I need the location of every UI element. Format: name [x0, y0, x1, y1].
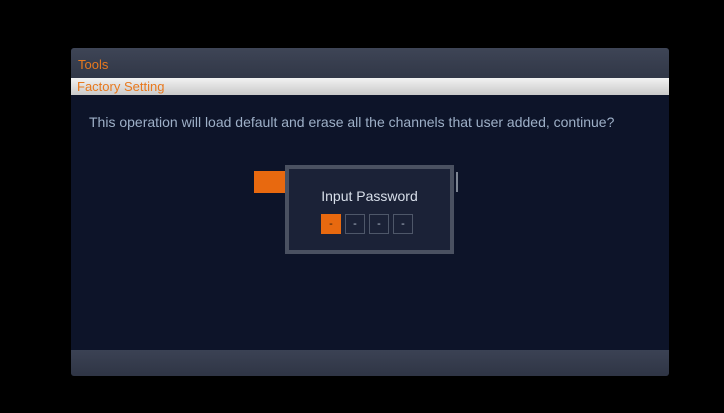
- password-digit-3[interactable]: -: [369, 214, 389, 234]
- factory-setting-screen: Tools Factory Setting This operation wil…: [71, 48, 669, 376]
- password-digit-2[interactable]: -: [345, 214, 365, 234]
- confirmation-message: This operation will load default and era…: [89, 114, 615, 130]
- subtitle-bar: Factory Setting: [71, 78, 669, 95]
- section-title: Factory Setting: [77, 79, 165, 94]
- bottom-bar: [71, 350, 669, 376]
- password-input[interactable]: - - - -: [321, 214, 413, 234]
- password-dialog: Input Password - - - -: [285, 165, 454, 254]
- page-title: Tools: [78, 57, 109, 72]
- cancel-button[interactable]: [456, 172, 458, 192]
- password-digit-4[interactable]: -: [393, 214, 413, 234]
- dialog-title: Input Password: [321, 188, 418, 204]
- title-bar: Tools: [71, 48, 669, 78]
- password-digit-1[interactable]: -: [321, 214, 341, 234]
